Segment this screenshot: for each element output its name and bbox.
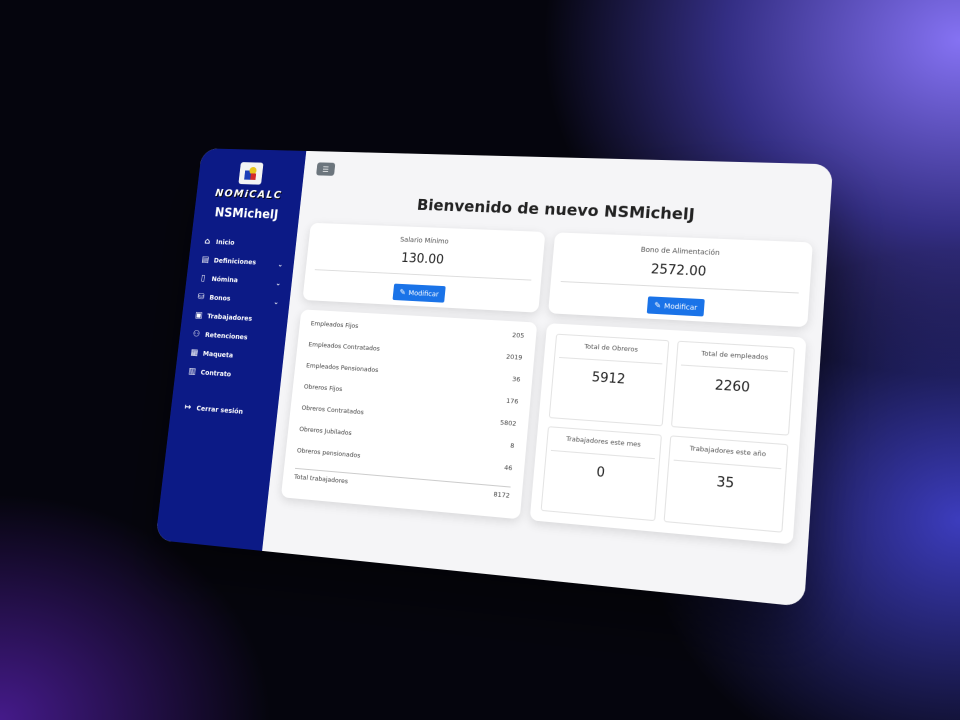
modify-salary-button[interactable]: ✎ Modificar [392, 283, 447, 303]
sidebar-item-label: Retenciones [204, 331, 248, 342]
stats-card: Total de Obreros 5912 Total de empleados… [529, 323, 807, 545]
row-value: 205 [511, 331, 525, 340]
salary-card: Salario Mínimo 130.00 ✎ Modificar [302, 222, 546, 313]
stat-label: Trabajadores este año [673, 442, 783, 469]
document-icon: ▤ [200, 255, 210, 265]
brand-name: NOMiCALC [214, 186, 283, 202]
chevron-down-icon: ⌄ [275, 279, 282, 288]
logout-label: Cerrar sesión [196, 404, 244, 416]
stat-label: Total de Obreros [559, 340, 664, 365]
logo-icon [243, 166, 259, 181]
row-label: Obreros Fijos [303, 382, 343, 394]
chevron-down-icon: ⌄ [277, 260, 284, 269]
button-label: Modificar [663, 301, 698, 312]
main-content: ☰ Bienvenido de nuevo NSMichelJ Salario … [262, 150, 834, 607]
contract-icon: ▥ [187, 366, 197, 377]
row-value: 8172 [493, 490, 511, 500]
salary-label: Salario Mínimo [399, 235, 449, 246]
workers-breakdown-card: Empleados Fijos 205 Empleados Contratado… [280, 309, 538, 520]
bonus-card: Bono de Alimentación 2572.00 ✎ Modificar [548, 232, 813, 328]
salary-value: 130.00 [314, 247, 534, 281]
stat-trabajadores-mes: Trabajadores este mes 0 [540, 425, 662, 522]
app-window: NOMiCALC NSMichelJ ⌂ Inicio ▤ Definicion… [155, 148, 834, 607]
stat-value: 5912 [591, 370, 626, 388]
row-value: 176 [505, 396, 519, 406]
modify-bonus-button[interactable]: ✎ Modificar [646, 296, 706, 317]
badge-icon: ▣ [194, 310, 203, 321]
sidebar-item-label: Inicio [215, 238, 235, 247]
stat-label: Total de empleados [680, 348, 790, 373]
row-value: 46 [503, 463, 513, 473]
row-value: 5802 [499, 418, 517, 428]
stat-value: 35 [715, 474, 735, 492]
people-icon: ⚇ [192, 329, 201, 340]
sidebar-item-label: Contrato [200, 368, 232, 379]
sidebar-item-label: Definiciones [213, 256, 257, 267]
sidebar-username: NSMichelJ [213, 206, 279, 223]
sidebar-item-label: Maqueta [202, 349, 234, 360]
row-label: Empleados Fijos [310, 319, 359, 330]
stat-total-obreros: Total de Obreros 5912 [548, 333, 669, 426]
stat-trabajadores-ano: Trabajadores este año 35 [663, 434, 789, 533]
clipboard-icon: ▯ [200, 273, 206, 284]
menu-icon: ☰ [322, 164, 330, 174]
image-icon: ▦ [189, 348, 199, 359]
button-label: Modificar [408, 288, 440, 298]
row-label: Total trabajadores [293, 472, 349, 486]
logout-button[interactable]: ↦ Cerrar sesión [182, 398, 278, 424]
coins-icon: ⛁ [197, 292, 205, 303]
logo [238, 162, 264, 185]
stat-value: 0 [595, 464, 606, 481]
row-value: 2019 [505, 352, 523, 362]
sidebar-toggle-button[interactable]: ☰ [316, 162, 336, 176]
stat-total-empleados: Total de empleados 2260 [670, 340, 795, 436]
row-value: 36 [511, 375, 521, 384]
sidebar-item-label: Nómina [211, 275, 239, 285]
logout-icon: ↦ [183, 402, 192, 413]
stat-label: Trabajadores este mes [550, 433, 656, 459]
bonus-value: 2572.00 [560, 258, 801, 294]
sidebar-item-label: Bonos [209, 293, 231, 303]
edit-icon: ✎ [399, 287, 407, 297]
bonus-label: Bono de Alimentación [640, 245, 720, 258]
sidebar-nav: ⌂ Inicio ▤ Definiciones ⌄ ▯ Nómina ⌄ ⛁ B… [170, 232, 297, 424]
chevron-down-icon: ⌄ [273, 298, 280, 307]
dashboard-grid: Salario Mínimo 130.00 ✎ Modificar Bono d… [280, 222, 813, 545]
home-icon: ⌂ [204, 237, 211, 247]
stat-value: 2260 [714, 378, 751, 396]
page-title: Bienvenido de nuevo NSMichelJ [416, 195, 696, 224]
edit-icon: ✎ [653, 300, 662, 311]
sidebar-item-label: Trabajadores [206, 312, 253, 323]
row-value: 8 [509, 441, 515, 451]
